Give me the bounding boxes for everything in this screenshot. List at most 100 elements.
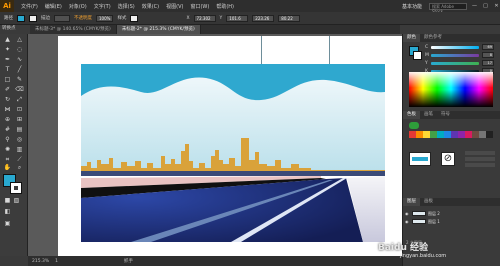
menu-effect[interactable]: 效果(C) [142,3,159,10]
opacity-field[interactable]: 100% [96,14,114,22]
eraser-icon[interactable]: ⌫ [15,86,24,94]
stroke-swatch[interactable] [29,14,37,22]
stroke-weight-field[interactable] [54,14,70,22]
shape-builder-icon[interactable]: ⊕ [3,116,12,124]
slider-value[interactable]: 17 [482,60,494,66]
rotate-tool-icon[interactable]: ↻ [3,96,12,104]
gradient-tool-icon[interactable]: ▤ [15,126,24,134]
swatch-panel-tabs: 色板 画笔 符号 [403,111,500,119]
slider-track[interactable] [431,53,479,57]
x-field[interactable]: 72.302 [193,14,216,22]
close-icon[interactable]: ✕ [493,3,500,10]
slider-value[interactable]: 8 [482,52,494,58]
line-tool-icon[interactable]: ╱ [15,66,24,74]
type-tool-icon[interactable]: T [3,66,12,74]
tools-panel: 转换点 ▲ △ ✦ ◌ ✒ ∿ T ╱ □ ✎ ✐ ⌫ ↻ ⤢ ⋈ ⊡ ⊕ ⊞ … [0,26,28,256]
cmyk-sliders: C 69 M 8 Y 17 K 0 [403,43,500,75]
layer-name[interactable]: 图层 1 [428,219,440,225]
eye-icon[interactable]: ◉ [405,211,410,216]
maximize-icon[interactable]: □ [482,3,489,10]
style-swatch[interactable] [130,14,139,22]
screen-mode-icon[interactable]: ▣ [3,220,12,228]
y-field[interactable]: 101.6 [226,14,249,22]
layer-row[interactable]: ◉ 图层 1 [405,218,499,225]
tab-layers[interactable]: 图层 [403,198,420,206]
scale-tool-icon[interactable]: ⤢ [15,96,24,104]
swatch-library-icon[interactable] [409,122,419,129]
slider-value[interactable]: 69 [482,44,494,50]
slider-c[interactable]: C 69 [403,43,500,51]
current-tool-label: 抓手 [124,259,134,264]
free-transform-icon[interactable]: ⊡ [15,106,24,114]
tab-document-3[interactable]: 未标题-3* @ 140.65% (CMYK/预览) [30,25,117,34]
artboard[interactable] [58,36,404,260]
zoom-level[interactable]: 215.3% [32,259,49,264]
mesh-tool-icon[interactable]: # [3,126,12,134]
menu-edit[interactable]: 编辑(E) [45,3,62,10]
height-field[interactable]: 80.22 [278,14,301,22]
paintbrush-icon[interactable]: ✎ [15,76,24,84]
road-city-illustration[interactable] [81,64,385,242]
menu-window[interactable]: 窗口(W) [190,3,209,10]
magic-wand-icon[interactable]: ✦ [3,46,12,54]
layer-row[interactable]: ◉ 图层 2 [405,210,499,217]
perspective-grid-icon[interactable]: ⊞ [15,116,24,124]
brush-preview[interactable] [409,152,431,166]
lasso-icon[interactable]: ◌ [15,46,24,54]
menu-object[interactable]: 对象(O) [69,3,87,10]
swatch-row[interactable] [409,131,493,138]
minimize-icon[interactable]: — [471,3,478,10]
selection-type-label: 路径 [4,16,13,21]
direct-selection-tool-icon[interactable]: △ [15,36,24,44]
gradient-mode-icon[interactable]: ▧ [12,197,21,205]
menu-view[interactable]: 视图(V) [166,3,183,10]
y-label: Y [219,15,223,21]
tab-swatches[interactable]: 色板 [403,111,420,119]
color-mode-icon[interactable]: ■ [3,197,12,205]
symbol-sprayer-icon[interactable]: ✺ [3,146,12,154]
horizon-band [81,171,385,176]
tab-document-2[interactable]: 未标题-2* @ 215.3% (CMYK/预览) [116,25,201,34]
tab-color-guide[interactable]: 颜色参考 [420,34,446,42]
layer-name[interactable]: 图层 2 [428,211,440,217]
zoom-tool-icon[interactable]: ⌕ [15,164,24,172]
tool-hint-label: 转换点 [2,26,16,31]
none-swatch-icon[interactable]: ⊘ [441,152,455,166]
stroke-color-swatch[interactable] [10,182,22,194]
menu-file[interactable]: 文件(F) [21,3,38,10]
artboard-number[interactable]: 1 [55,259,58,264]
menu-bar: Ai 文件(F) 编辑(E) 对象(O) 文字(T) 选择(S) 效果(C) 视… [0,0,500,14]
slider-y[interactable]: Y 17 [403,59,500,67]
tab-brushes[interactable]: 画笔 [420,111,437,119]
pen-tool-icon[interactable]: ✒ [3,56,12,64]
width-field[interactable]: 223.26 [252,14,275,22]
rectangle-tool-icon[interactable]: □ [3,76,12,84]
tab-artboards[interactable]: 画板 [420,198,437,206]
graph-tool-icon[interactable]: ▥ [15,146,24,154]
hand-tool-icon[interactable]: ✋ [3,164,12,172]
shaper-tool-icon[interactable]: ✐ [3,86,12,94]
color-spectrum[interactable] [409,72,493,107]
artboard-tool-icon[interactable]: ⌗ [3,156,12,164]
fill-swatch[interactable] [17,14,25,22]
slice-tool-icon[interactable]: ⟋ [15,156,24,164]
tab-symbols[interactable]: 符号 [437,111,454,119]
draw-mode-icon[interactable]: ◧ [3,208,12,216]
blend-tool-icon[interactable]: ◎ [15,136,24,144]
menu-select[interactable]: 选择(S) [118,3,135,10]
slider-track[interactable] [431,61,479,65]
stock-search-input[interactable]: 搜索 Adobe Stock [429,2,467,14]
canvas-area[interactable] [28,34,404,260]
menu-type[interactable]: 文字(T) [94,3,111,10]
slider-m[interactable]: M 8 [403,51,500,59]
tab-color[interactable]: 颜色 [403,34,420,42]
slider-track[interactable] [431,45,479,49]
eye-icon[interactable]: ◉ [405,219,410,224]
workspace-switcher[interactable]: 基本功能 [399,3,425,10]
menu-help[interactable]: 帮助(H) [216,3,234,10]
curvature-icon[interactable]: ∿ [15,56,24,64]
selection-tool-icon[interactable]: ▲ [3,36,12,44]
eyedropper-icon[interactable]: ⚲ [3,136,12,144]
layer-thumbnail [412,219,426,224]
width-tool-icon[interactable]: ⋈ [3,106,12,114]
